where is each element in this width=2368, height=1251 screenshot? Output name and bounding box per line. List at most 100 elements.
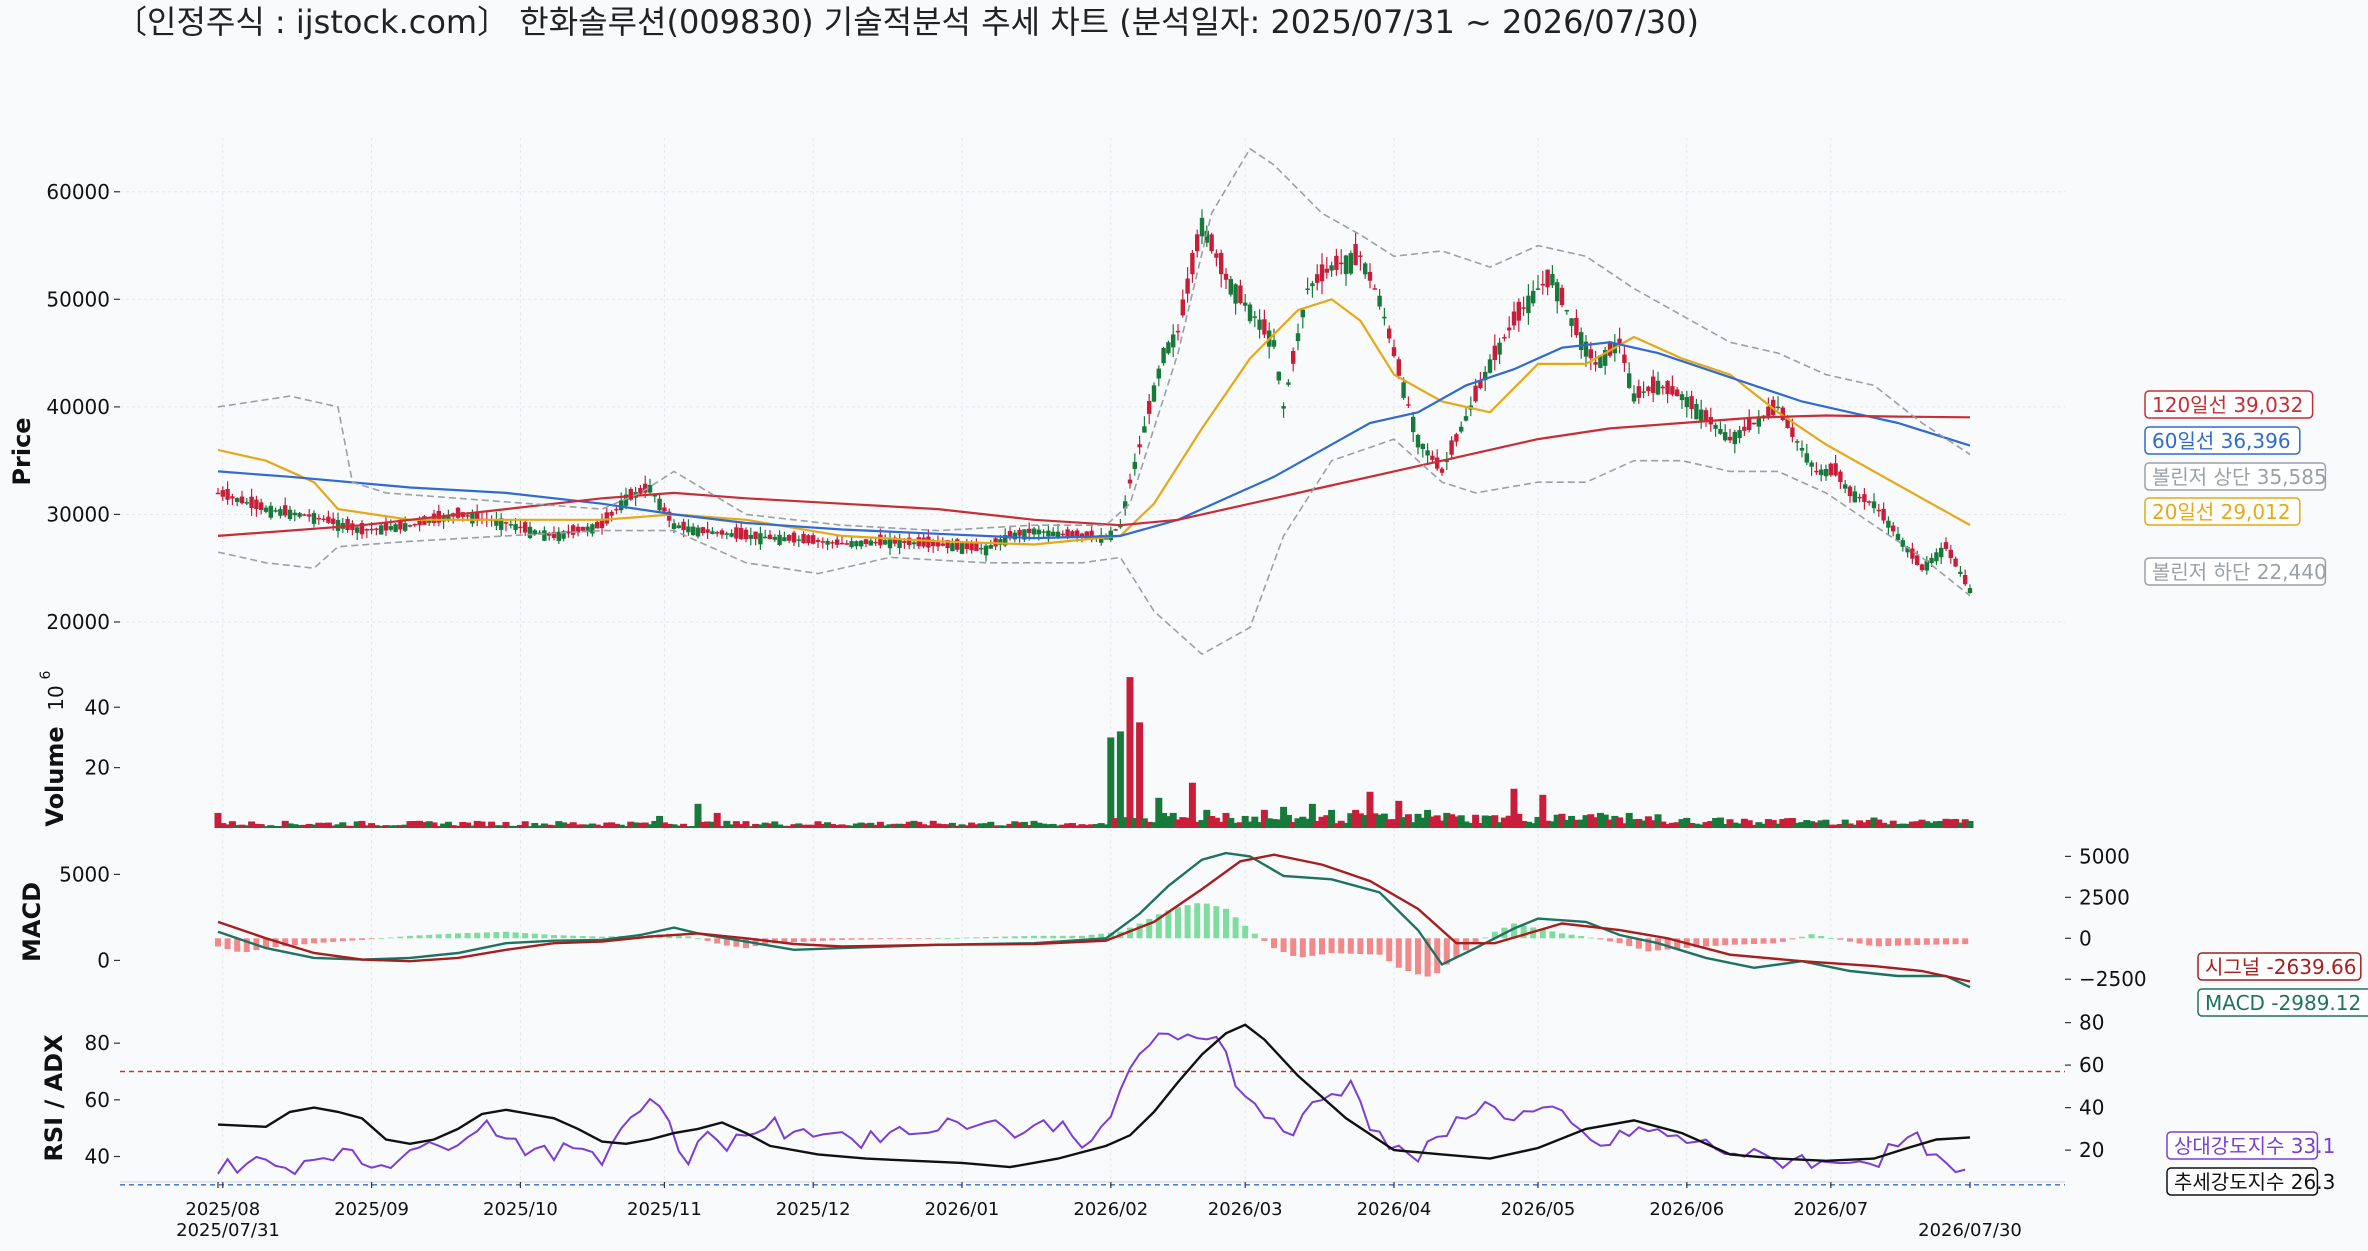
macd-right-tick-label: −2500 <box>2079 967 2147 991</box>
candle-body <box>273 510 278 512</box>
candle-body <box>988 545 993 549</box>
candle-body <box>1943 542 1949 549</box>
candle-body <box>455 507 461 518</box>
volume-bar <box>713 812 721 828</box>
macd-left-tick-label: 5000 <box>59 862 110 886</box>
candle-body <box>1319 264 1325 282</box>
candle-body <box>1243 302 1248 306</box>
candle-body <box>1579 332 1584 350</box>
volume-exponent-base: 10 <box>44 685 68 710</box>
candle-body <box>1775 406 1781 409</box>
candle-body <box>1502 337 1507 339</box>
candle-body <box>950 543 955 552</box>
candle-body <box>1300 309 1305 318</box>
candle-body <box>1132 461 1137 469</box>
candle-body <box>1895 533 1901 541</box>
candle-body <box>1723 432 1728 441</box>
volume-tick-label: 20 <box>85 756 110 780</box>
candle-body <box>1699 409 1704 421</box>
macd-histogram-bar <box>339 938 346 942</box>
candle-body <box>1531 290 1536 304</box>
macd-axis-label: MACD <box>18 882 46 962</box>
macd-right-tick-label: 0 <box>2079 926 2092 950</box>
macd-histogram-bar <box>1405 938 1412 972</box>
candle-body <box>374 528 379 530</box>
signal-line <box>217 853 1971 983</box>
price-end-label: 20일선 29,012 <box>2152 500 2291 524</box>
volume-bar <box>1188 782 1196 828</box>
candle-body <box>331 518 336 524</box>
candle-body <box>1036 529 1041 535</box>
candle-body <box>1516 301 1521 321</box>
macd-histogram-bar <box>704 938 711 941</box>
candle-body <box>292 512 297 516</box>
candle-body <box>283 505 288 516</box>
candle-body <box>235 498 240 503</box>
rsi-left-tick-label: 80 <box>85 1031 110 1055</box>
candle-body <box>1747 418 1752 430</box>
macd-histogram-bar <box>992 936 999 939</box>
candle-body <box>863 539 869 544</box>
volume-bar <box>1136 722 1144 828</box>
macd-histogram-bar <box>320 938 327 943</box>
candle-body <box>916 537 921 547</box>
candle-body <box>527 526 533 539</box>
macd-histogram-bar <box>368 938 375 940</box>
candle-body <box>1463 416 1469 421</box>
macd-histogram-bar <box>1175 907 1181 939</box>
candle-body <box>1492 345 1497 361</box>
macd-histogram-bar <box>1347 938 1354 954</box>
candle-body <box>1406 404 1411 406</box>
macd-histogram-bar <box>215 938 221 947</box>
candle-body <box>1646 386 1651 392</box>
candle-body <box>1027 528 1032 534</box>
candle-body <box>1799 447 1805 451</box>
candle-body <box>1919 564 1925 571</box>
macd-histogram-bar <box>1031 935 1037 939</box>
candle-body <box>1847 486 1853 497</box>
candle-body <box>244 502 249 504</box>
candle-body <box>921 537 926 547</box>
candle-body <box>1459 426 1464 432</box>
macd-histogram-bar <box>1943 938 1949 945</box>
candle-body <box>345 518 350 531</box>
macd-histogram-bar <box>599 936 605 939</box>
candle-body <box>657 498 662 511</box>
candle-body <box>1507 327 1512 331</box>
macd-histogram-bar <box>1818 936 1825 939</box>
candle-body <box>1339 262 1344 265</box>
candle-body <box>1871 501 1877 509</box>
candle-body <box>1271 340 1277 347</box>
candle-body <box>940 543 945 546</box>
adx-right-tick-label: 40 <box>2079 1096 2104 1120</box>
macd-histogram-bar <box>349 938 356 941</box>
candle-body <box>1660 386 1665 389</box>
macd-histogram-bar <box>1885 938 1892 946</box>
candle-body <box>1550 274 1555 286</box>
macd-histogram-bar <box>560 935 567 939</box>
candle-body <box>796 539 801 541</box>
candle-body <box>691 526 696 536</box>
candle-body <box>1766 406 1771 417</box>
candle-body <box>1185 278 1190 294</box>
candle-body <box>1814 470 1819 473</box>
macd-right-tick-label: 2500 <box>2079 885 2130 909</box>
macd-histogram-bar <box>1242 925 1249 939</box>
candle-body <box>268 505 273 518</box>
ma120-line <box>217 414 1971 537</box>
macd-histogram-bar <box>973 937 980 939</box>
candle-body <box>801 533 806 544</box>
rsi-adx-axis-label: RSI / ADX <box>40 1034 68 1162</box>
macd-histogram-bar <box>819 938 826 941</box>
macd-end-label: MACD -2989.12 <box>2205 991 2361 1015</box>
candle-body <box>604 512 609 524</box>
candle-body <box>508 524 513 526</box>
macd-histogram-bar <box>1290 938 1297 956</box>
candle-body <box>729 533 734 537</box>
x-tick-label: 2026/04 <box>1357 1199 1432 1220</box>
macd-histogram-bar <box>1184 905 1191 939</box>
macd-histogram-bar <box>387 937 394 939</box>
macd-histogram-bar <box>1021 936 1028 939</box>
macd-histogram-bar <box>1626 938 1633 946</box>
candle-body <box>1151 385 1157 402</box>
